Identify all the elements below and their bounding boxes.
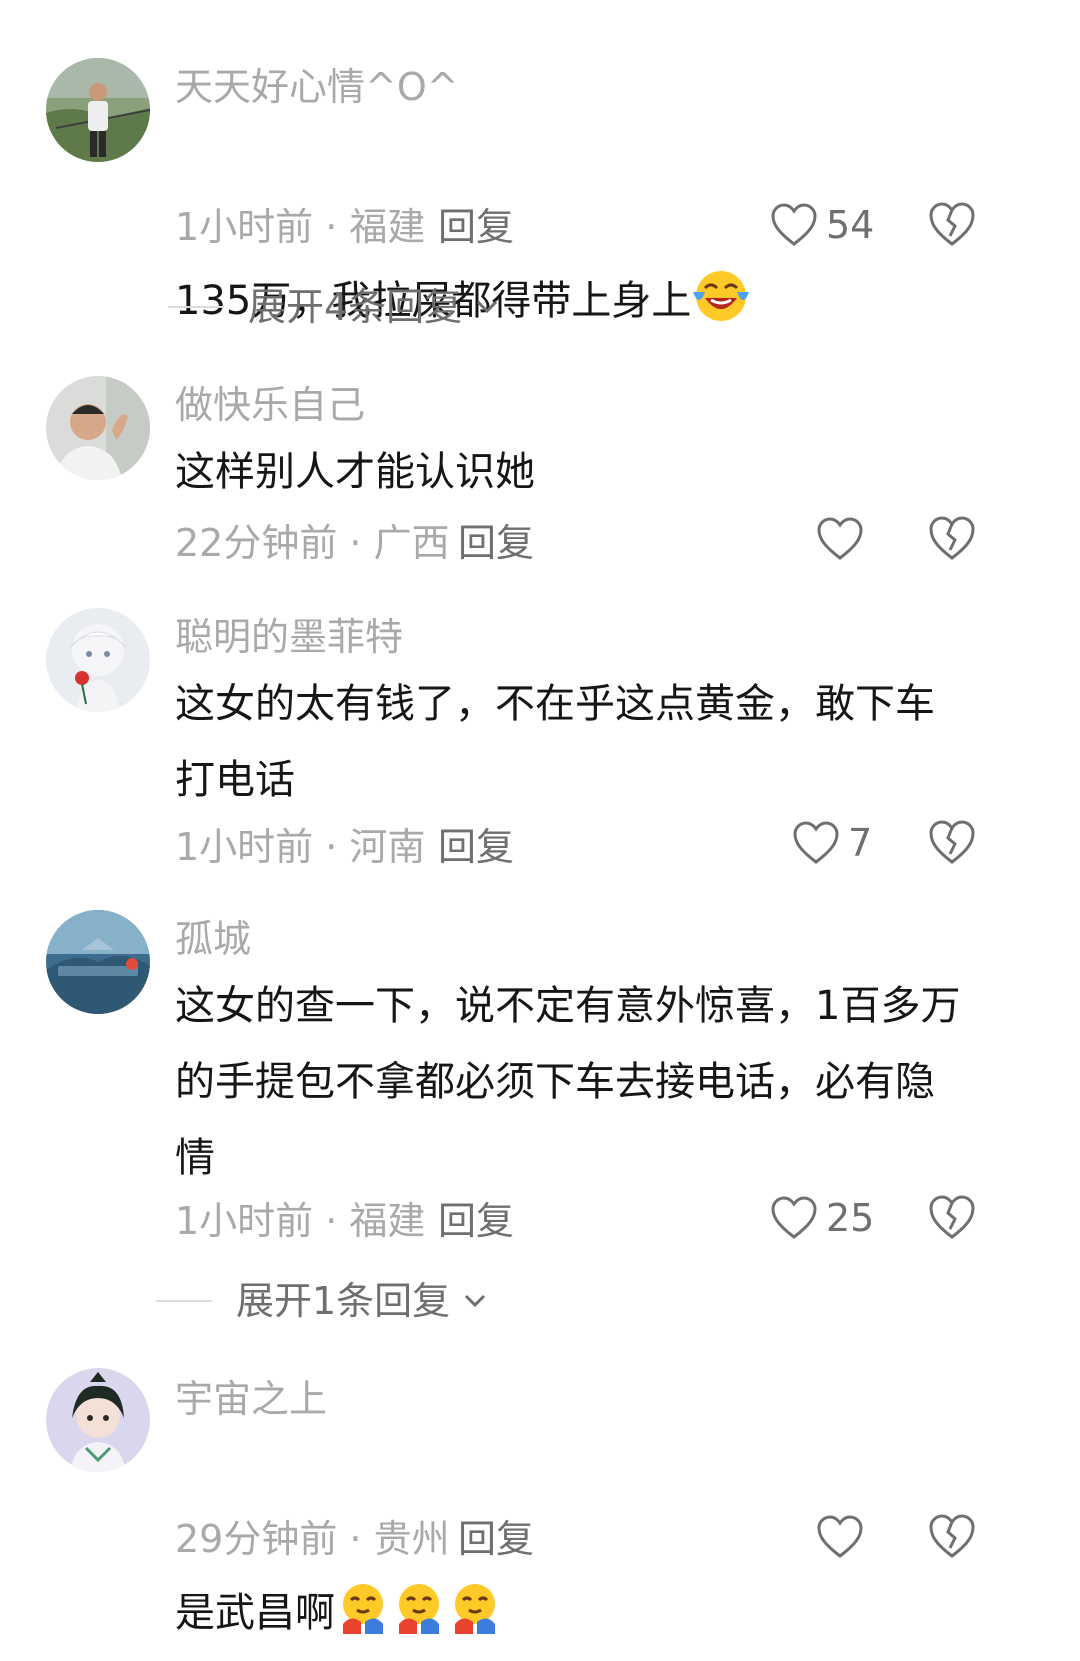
heart-icon (817, 517, 863, 560)
broken-heart-icon (929, 820, 975, 864)
comment-time-location: 29分钟前 · 贵州 (175, 1517, 450, 1561)
reply-button[interactable]: 回复 (438, 208, 514, 246)
broken-heart-icon (929, 1514, 975, 1558)
comment-time-location: 1小时前 · 河南 (175, 825, 426, 869)
expand-replies-button[interactable]: 展开1条回复 (156, 1276, 490, 1326)
like-button[interactable] (816, 514, 872, 564)
laughing-crying-emoji (691, 192, 750, 349)
broken-heart-icon (929, 202, 975, 246)
like-button[interactable]: 25 (770, 1193, 874, 1243)
reply-button[interactable]: 回复 (458, 1520, 534, 1558)
chevron-down-icon (477, 300, 498, 314)
reply-button[interactable]: 回复 (458, 524, 534, 562)
dislike-button[interactable] (928, 1512, 976, 1560)
like-count: 25 (826, 1196, 875, 1240)
comment-time-location: 1小时前 · 福建 (175, 1199, 426, 1243)
dislike-button[interactable] (928, 1193, 976, 1241)
username[interactable]: 天天好心情^O^ (175, 68, 459, 106)
broken-heart-icon (929, 516, 975, 560)
divider (168, 306, 224, 308)
comment-text-content: 是武昌啊 (175, 1590, 335, 1636)
broken-heart-icon (929, 1195, 975, 1239)
reply-button[interactable]: 回复 (438, 1202, 514, 1240)
comment-text: 这女的太有钱了，不在乎这点黄金，敢下车 打电话 (175, 681, 935, 803)
dislike-button[interactable] (928, 514, 976, 562)
comment-text: 这女的查一下，说不定有意外惊喜，1百多万 的手提包不拿都必须下车去接电话，必有隐… (175, 983, 961, 1181)
chevron-down-icon (465, 1294, 486, 1308)
dislike-button[interactable] (928, 200, 976, 248)
username[interactable]: 聪明的墨菲特 (175, 618, 403, 656)
avatar[interactable] (46, 376, 150, 480)
avatar[interactable] (46, 608, 150, 712)
comment-text: 这样别人才能认识她 (175, 449, 535, 495)
username[interactable]: 宇宙之上 (175, 1380, 327, 1418)
expand-replies-button[interactable]: 展开4条回复 (168, 282, 502, 332)
heart-icon (771, 1196, 817, 1239)
comment-time-location: 22分钟前 · 广西 (175, 521, 450, 565)
heart-icon (771, 203, 817, 246)
expand-replies-label: 展开4条回复 (248, 285, 463, 329)
username[interactable]: 孤城 (175, 920, 251, 958)
avatar[interactable] (46, 58, 150, 162)
comment-time-location: 1小时前 · 福建 (175, 205, 426, 249)
dislike-button[interactable] (928, 818, 976, 866)
divider (156, 1300, 212, 1302)
username[interactable]: 做快乐自己 (175, 386, 365, 424)
like-count: 54 (826, 203, 875, 247)
like-button[interactable] (816, 1512, 872, 1562)
like-count: 7 (848, 821, 873, 865)
like-button[interactable]: 7 (792, 818, 872, 868)
reply-button[interactable]: 回复 (438, 828, 514, 866)
heart-icon (817, 1515, 863, 1558)
avatar[interactable] (46, 910, 150, 1014)
like-button[interactable]: 54 (770, 200, 874, 250)
expand-replies-label: 展开1条回复 (236, 1279, 451, 1323)
heart-icon (793, 821, 839, 864)
avatar[interactable] (46, 1368, 150, 1472)
